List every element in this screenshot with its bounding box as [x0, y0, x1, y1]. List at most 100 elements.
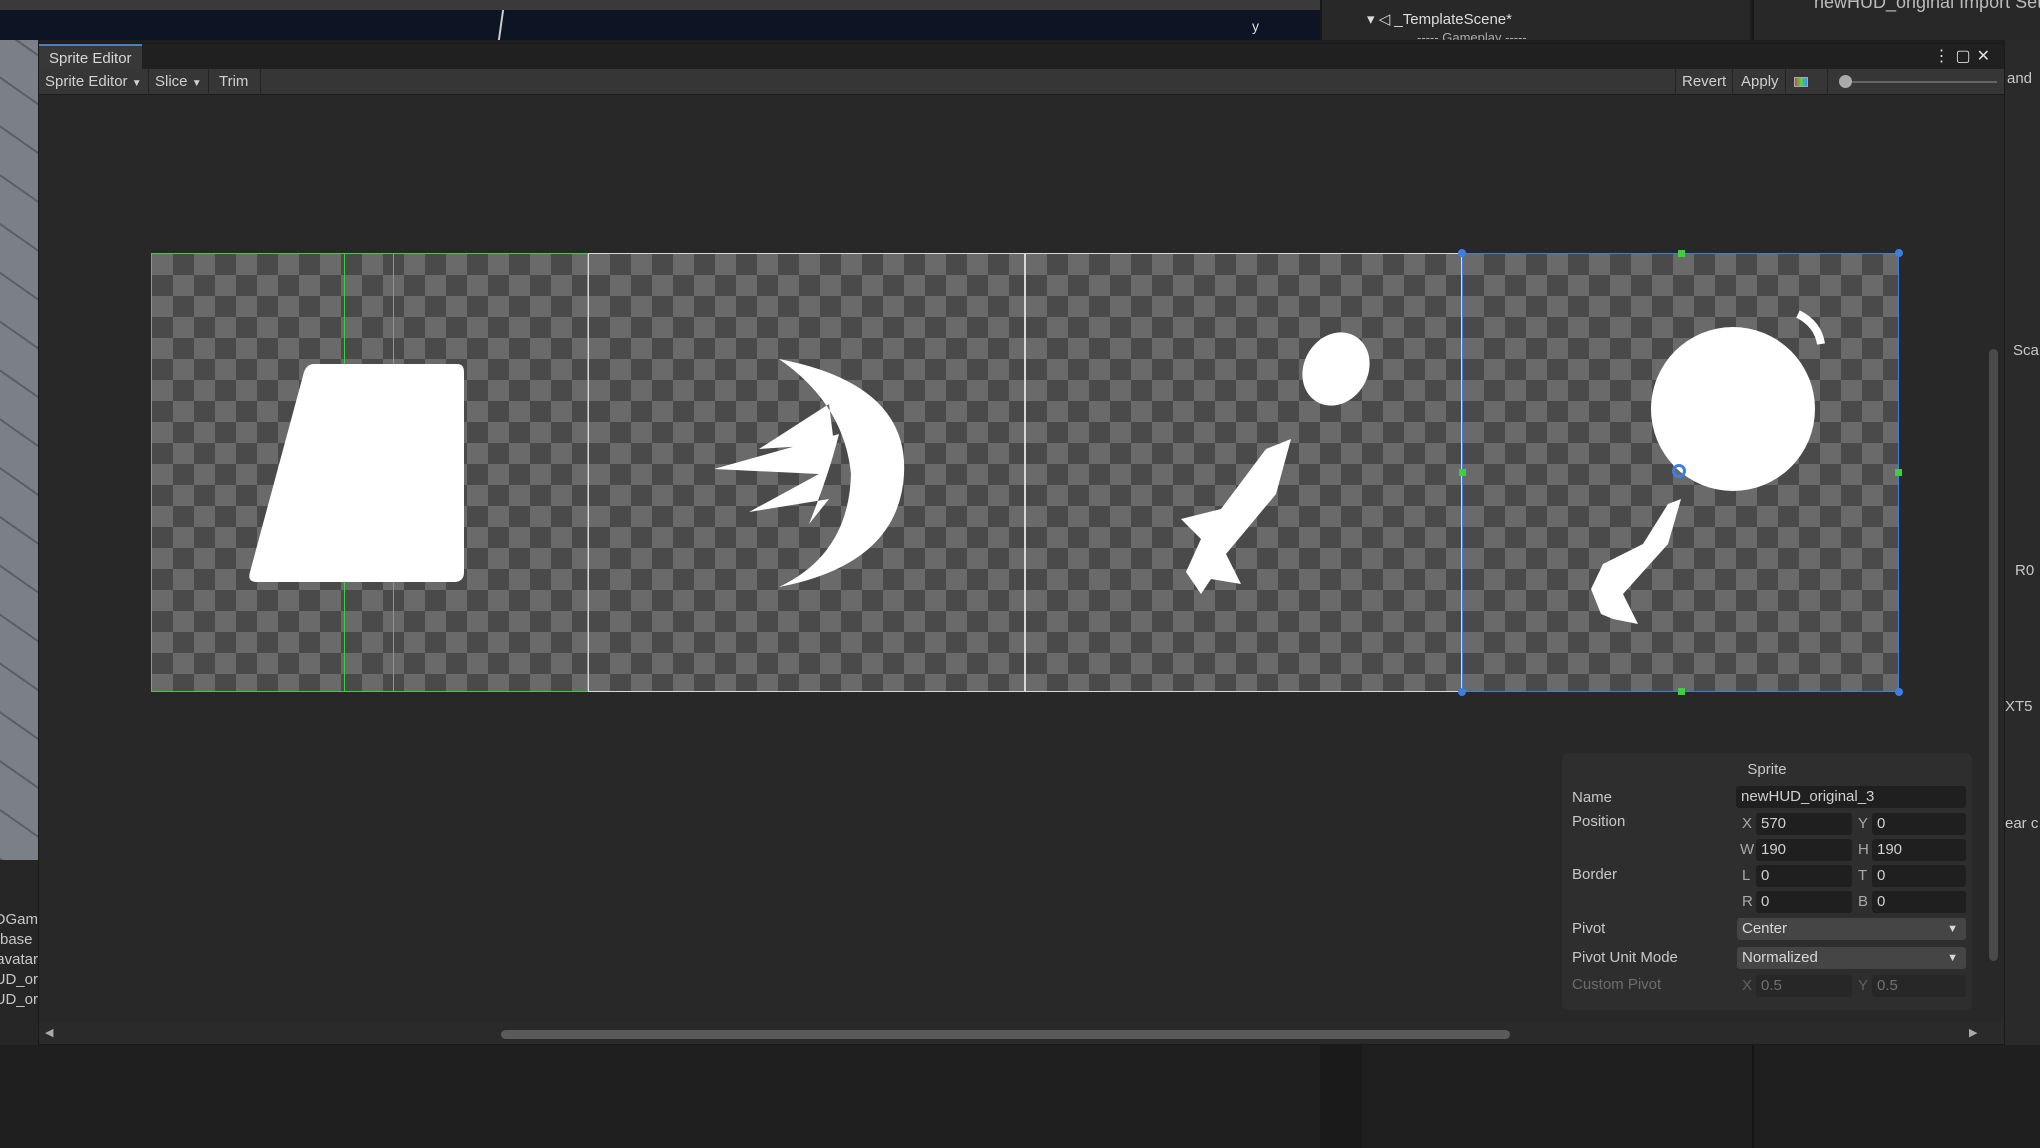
x-label: X [1742, 977, 1753, 994]
y-label: Y [1858, 977, 1869, 994]
window-controls[interactable]: ⋮▢✕ [1933, 46, 1996, 66]
border-left-input[interactable]: 0 [1756, 865, 1852, 887]
h-label: H [1858, 841, 1869, 858]
custom-pivot-label: Custom Pivot [1572, 976, 1662, 993]
t-label: T [1858, 867, 1868, 884]
edge-handle[interactable] [1895, 469, 1902, 476]
format-label: XT5 [2005, 698, 2033, 715]
apply-button[interactable]: Apply [1735, 69, 1786, 95]
scene-item[interactable]: ▾ ◁ _TemplateScene* [1367, 10, 1512, 28]
sprite-rect-3-selected[interactable] [1458, 249, 1903, 696]
scene-line [497, 10, 505, 40]
slice-label: Slice [155, 73, 188, 90]
height-input[interactable]: 190 [1872, 839, 1966, 861]
custom-pivot-x-input: 0.5 [1756, 975, 1852, 997]
scale-label: Sca [2013, 342, 2039, 359]
name-input[interactable]: newHUD_original_3 [1736, 786, 1966, 808]
texture-canvas[interactable] [151, 249, 1903, 696]
panel-title: Sprite [1747, 761, 1787, 778]
slider-handle[interactable] [1839, 75, 1852, 88]
edge-handle[interactable] [1678, 250, 1685, 257]
edge-handle[interactable] [1678, 688, 1685, 695]
divider [1752, 1045, 1754, 1148]
resize-handle[interactable] [1458, 688, 1466, 696]
hierarchy-child[interactable]: ----- Gameplay ----- [1417, 30, 1527, 40]
pivot-unit-value: Normalized [1742, 949, 1818, 966]
tab-sprite-editor[interactable]: Sprite Editor [39, 44, 142, 69]
chevron-down-icon: ▼ [191, 78, 202, 89]
inspector-side: Sca R0 XT5 ear c and [2005, 40, 2040, 1045]
custom-pivot-y-input: 0.5 [1872, 975, 1966, 997]
gizmo-y-label: y [1252, 18, 1259, 34]
rgb-icon [1794, 77, 1808, 87]
x-label: X [1742, 815, 1753, 832]
project-list: DGam base avatar UD_or UD_or [0, 860, 38, 1045]
trim-button[interactable]: Trim [207, 69, 262, 95]
w-label: W [1740, 841, 1755, 858]
inspector-panel: newHUD_original Import Settings [1752, 0, 2040, 40]
pivot-dropdown[interactable]: Center ▼ [1737, 918, 1966, 940]
clear-label: ear c [2005, 815, 2039, 832]
divider [1320, 1045, 1362, 1148]
sprite-editor-window: Sprite Editor ⋮▢✕ Sprite Editor ▼ Slice … [38, 43, 2005, 1045]
y-label: Y [1858, 815, 1869, 832]
chevron-down-icon: ▼ [1947, 923, 1958, 935]
pivot-value: Center [1742, 920, 1788, 937]
resize-handle[interactable] [1895, 249, 1903, 257]
r-label: R [1742, 893, 1753, 910]
pivot-handle[interactable] [1672, 464, 1686, 478]
chevron-down-icon: ▼ [1947, 952, 1958, 964]
border-right-input[interactable]: 0 [1756, 891, 1852, 913]
revert-button[interactable]: Revert [1675, 69, 1734, 95]
vertical-scroll-thumb[interactable] [1989, 349, 1998, 961]
more-icon[interactable]: ⋮ [1933, 48, 1955, 65]
crescent-burst-icon [714, 359, 905, 587]
list-item[interactable]: DGam [0, 910, 38, 930]
vertical-scrollbar[interactable] [1984, 94, 2002, 1022]
scroll-left-icon[interactable]: ◀ [45, 1026, 53, 1039]
horizontal-scrollbar[interactable]: ◀ ▶ [39, 1022, 2004, 1044]
close-icon[interactable]: ✕ [1977, 48, 1996, 65]
maximize-icon[interactable]: ▢ [1955, 48, 1976, 65]
position-label: Position [1572, 813, 1626, 830]
list-item[interactable]: UD_or [0, 990, 38, 1010]
list-item[interactable]: UD_or [0, 970, 38, 990]
zoom-slider[interactable] [1839, 73, 1999, 91]
hierarchy-panel: ▾ ◁ _TemplateScene* ----- Gameplay ----- [1320, 0, 1750, 40]
rocket-icon [1181, 332, 1370, 594]
sprite-rect-1[interactable] [588, 253, 1025, 692]
slice-dropdown[interactable]: Slice ▼ [149, 69, 209, 95]
panel-shape-icon [249, 364, 464, 582]
color-channel-toggle[interactable] [1788, 69, 1828, 95]
width-input[interactable]: 190 [1756, 839, 1852, 861]
tab-bar: Sprite Editor ⋮▢✕ [39, 44, 2004, 69]
sprite-rect-0[interactable] [151, 253, 588, 692]
list-item[interactable]: avatar [0, 950, 38, 970]
border-label: Border [1572, 866, 1618, 883]
position-y-input[interactable]: 0 [1872, 813, 1966, 835]
pivot-unit-dropdown[interactable]: Normalized ▼ [1737, 947, 1966, 969]
border-bottom-input[interactable]: 0 [1872, 891, 1966, 913]
edge-handle[interactable] [1459, 469, 1466, 476]
horizontal-scroll-thumb[interactable] [501, 1030, 1510, 1039]
resize-handle[interactable] [1895, 688, 1903, 696]
scene-toolbar [0, 0, 1320, 10]
mode-dropdown[interactable]: Sprite Editor ▼ [39, 69, 149, 95]
name-label: Name [1572, 789, 1613, 806]
resize-handle[interactable] [1458, 249, 1466, 257]
list-item[interactable]: base [0, 930, 38, 950]
scene-grid [0, 40, 38, 860]
inspector-title: newHUD_original Import Settings [1814, 0, 2040, 12]
pivot-label: Pivot [1572, 920, 1606, 937]
bottom-panels [0, 1045, 2040, 1148]
sprite-rect-2[interactable] [1025, 253, 1462, 692]
mode-label: Sprite Editor [45, 73, 128, 90]
toolbar: Sprite Editor ▼ Slice ▼ Trim Revert Appl… [39, 69, 2004, 95]
l-label: L [1742, 867, 1751, 884]
scene-name: _TemplateScene* [1394, 11, 1512, 28]
scroll-right-icon[interactable]: ▶ [1969, 1026, 1977, 1039]
b-label: B [1858, 893, 1869, 910]
chevron-down-icon: ▼ [131, 78, 142, 89]
position-x-input[interactable]: 570 [1756, 813, 1852, 835]
border-top-input[interactable]: 0 [1872, 865, 1966, 887]
